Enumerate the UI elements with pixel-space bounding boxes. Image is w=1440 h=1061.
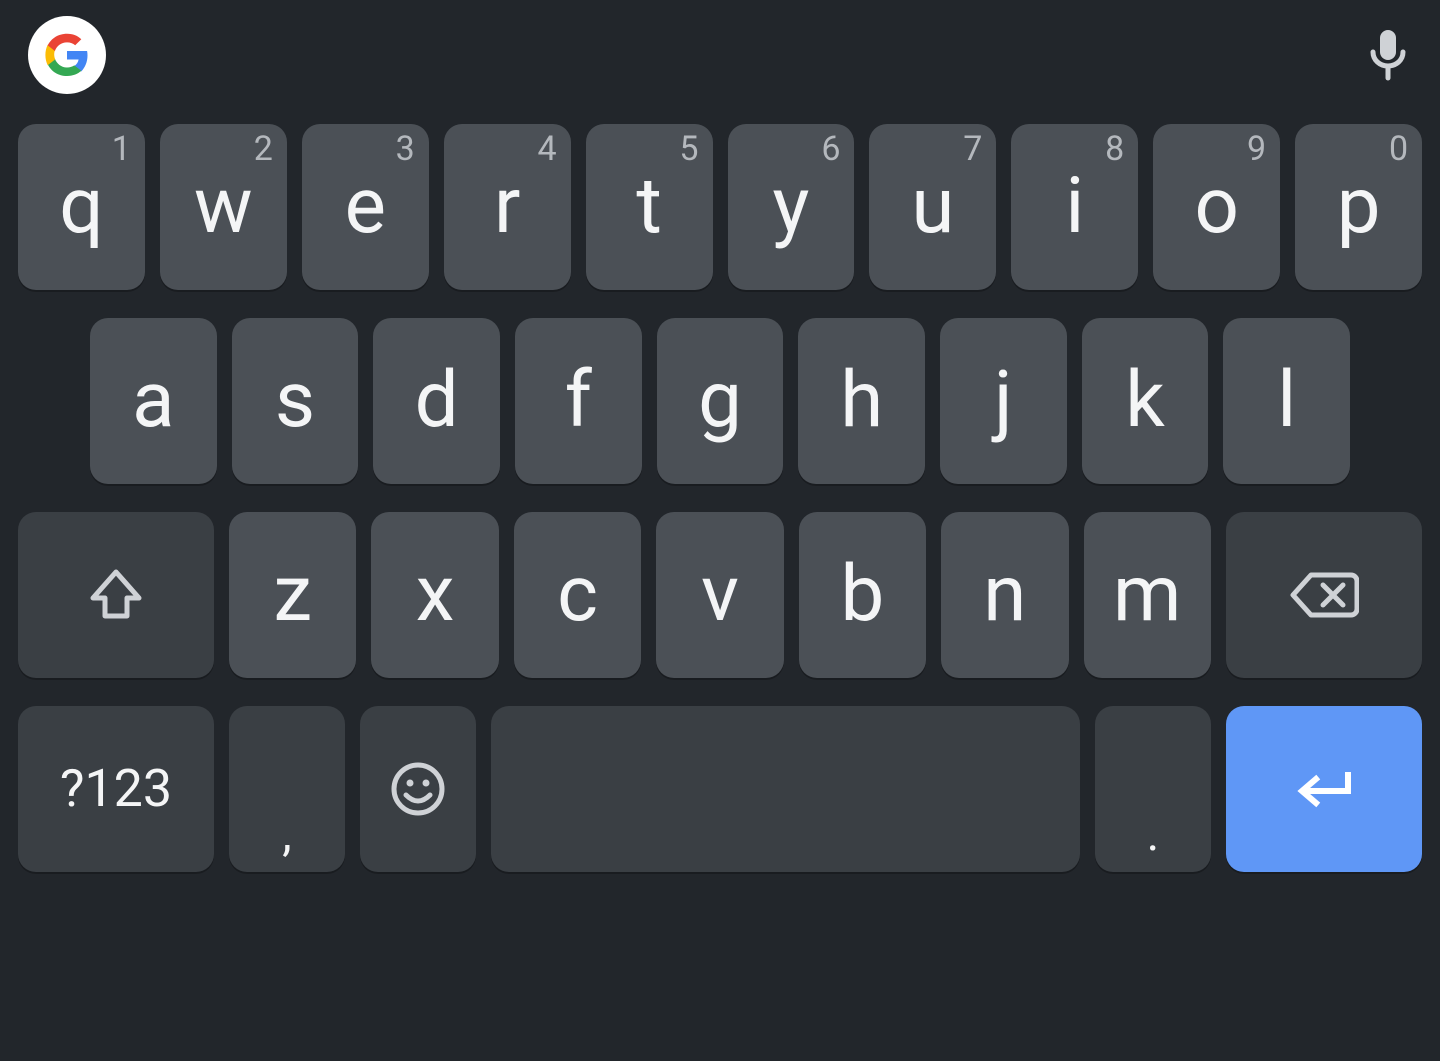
shift-key[interactable]: [18, 512, 214, 678]
google-search-button[interactable]: [28, 16, 106, 94]
enter-icon: [1292, 769, 1356, 809]
key-n[interactable]: n: [941, 512, 1068, 678]
gboard-keyboard: 1q 2w 3e 4r 5t 6y 7u 8i 9o 0p a s d f g …: [0, 0, 1440, 1061]
key-label: w: [194, 168, 253, 246]
key-a[interactable]: a: [90, 318, 217, 484]
key-label: r: [494, 168, 520, 246]
emoji-key[interactable]: [360, 706, 476, 872]
key-label: f: [565, 362, 592, 440]
key-label: ?123: [60, 763, 172, 815]
key-hint: 6: [821, 132, 840, 166]
key-y[interactable]: 6y: [728, 124, 855, 290]
voice-input-button[interactable]: [1364, 31, 1412, 79]
key-label: v: [701, 556, 739, 634]
key-o[interactable]: 9o: [1153, 124, 1280, 290]
key-label: p: [1337, 168, 1381, 246]
key-label: z: [273, 556, 312, 634]
key-label: e: [345, 168, 386, 246]
emoji-icon: [390, 761, 446, 817]
key-hint: 0: [1389, 132, 1408, 166]
key-label: c: [557, 556, 598, 634]
key-hint: 7: [963, 132, 982, 166]
key-g[interactable]: g: [657, 318, 784, 484]
key-label: o: [1194, 168, 1238, 246]
key-row-4: ?123 , .: [18, 706, 1422, 872]
key-hint: 9: [1247, 132, 1266, 166]
backspace-key[interactable]: [1226, 512, 1422, 678]
period-key[interactable]: .: [1095, 706, 1211, 872]
key-label: d: [415, 362, 459, 440]
key-row-2: a s d f g h j k l: [18, 318, 1422, 484]
key-hint: 4: [538, 132, 557, 166]
key-label: .: [1147, 810, 1160, 858]
key-s[interactable]: s: [232, 318, 359, 484]
key-label: l: [1277, 362, 1296, 440]
key-label: i: [1065, 168, 1084, 246]
key-hint: 2: [254, 132, 273, 166]
key-w[interactable]: 2w: [160, 124, 287, 290]
backspace-icon: [1289, 571, 1359, 619]
key-e[interactable]: 3e: [302, 124, 429, 290]
key-z[interactable]: z: [229, 512, 356, 678]
key-label: s: [275, 362, 315, 440]
key-label: ,: [282, 810, 291, 858]
key-label: n: [983, 556, 1026, 634]
key-label: k: [1125, 362, 1165, 440]
space-key[interactable]: [491, 706, 1080, 872]
key-label: a: [132, 362, 174, 440]
key-hint: 8: [1105, 132, 1124, 166]
comma-key[interactable]: ,: [229, 706, 345, 872]
key-d[interactable]: d: [373, 318, 500, 484]
key-i[interactable]: 8i: [1011, 124, 1138, 290]
key-hint: 3: [396, 132, 415, 166]
key-u[interactable]: 7u: [869, 124, 996, 290]
key-label: b: [840, 556, 884, 634]
key-v[interactable]: v: [656, 512, 783, 678]
key-q[interactable]: 1q: [18, 124, 145, 290]
key-j[interactable]: j: [940, 318, 1067, 484]
key-l[interactable]: l: [1223, 318, 1350, 484]
key-label: g: [698, 362, 742, 440]
key-label: u: [911, 168, 954, 246]
enter-key[interactable]: [1226, 706, 1422, 872]
key-t[interactable]: 5t: [586, 124, 713, 290]
key-hint: 5: [679, 132, 698, 166]
microphone-icon: [1367, 28, 1409, 82]
key-label: t: [636, 168, 662, 246]
key-label: y: [773, 168, 810, 246]
google-logo-icon: [43, 31, 91, 79]
suggestion-bar: [18, 14, 1422, 104]
key-label: m: [1113, 556, 1181, 634]
symbols-key[interactable]: ?123: [18, 706, 214, 872]
key-label: q: [59, 168, 103, 246]
key-k[interactable]: k: [1082, 318, 1209, 484]
key-label: j: [994, 362, 1013, 440]
key-m[interactable]: m: [1084, 512, 1211, 678]
key-f[interactable]: f: [515, 318, 642, 484]
key-h[interactable]: h: [798, 318, 925, 484]
key-x[interactable]: x: [371, 512, 498, 678]
key-label: x: [416, 556, 455, 634]
key-row-1: 1q 2w 3e 4r 5t 6y 7u 8i 9o 0p: [18, 124, 1422, 290]
key-row-3: z x c v b n m: [18, 512, 1422, 678]
key-p[interactable]: 0p: [1295, 124, 1422, 290]
key-b[interactable]: b: [799, 512, 926, 678]
shift-icon: [87, 566, 145, 624]
key-label: h: [840, 362, 883, 440]
key-c[interactable]: c: [514, 512, 641, 678]
key-hint: 1: [112, 132, 131, 166]
key-r[interactable]: 4r: [444, 124, 571, 290]
